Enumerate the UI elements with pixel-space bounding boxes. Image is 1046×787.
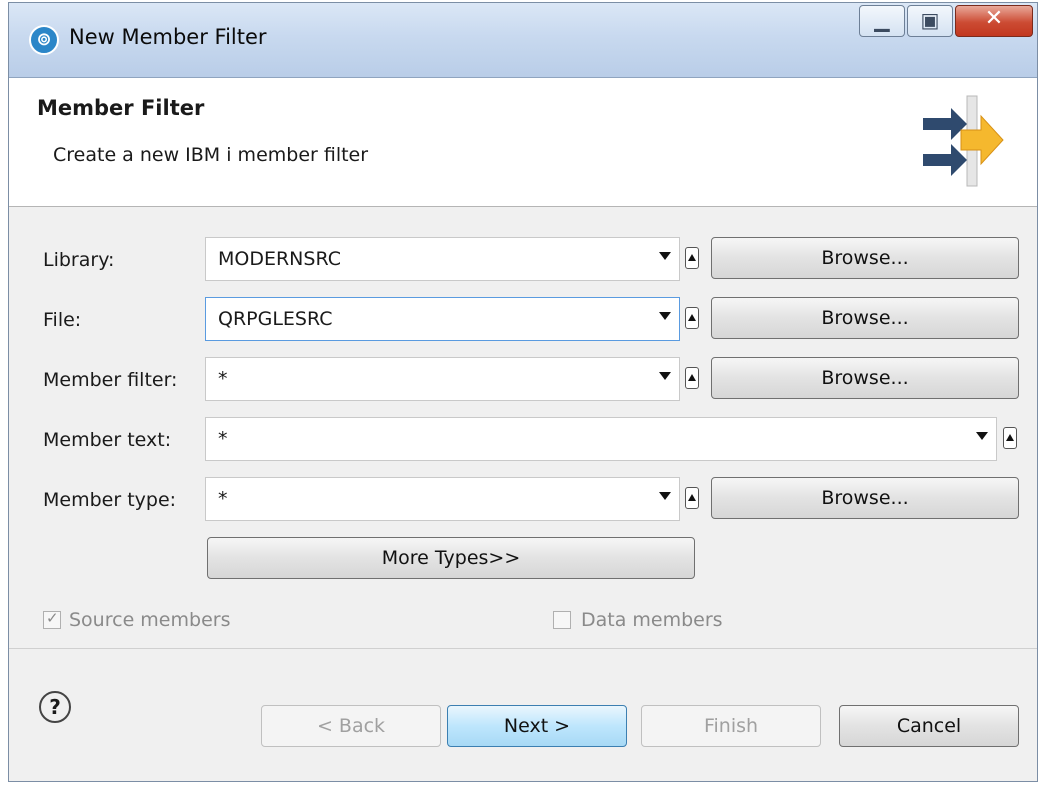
form-area: Library: MODERNSRC Browse... File: QRPGL…	[9, 207, 1037, 647]
member-type-browse-button[interactable]: Browse...	[711, 477, 1019, 519]
file-browse-button[interactable]: Browse...	[711, 297, 1019, 339]
member-filter-history-button[interactable]	[685, 367, 699, 389]
data-members-label: Data members	[581, 609, 723, 631]
minimize-icon: ▁	[874, 8, 890, 32]
help-icon[interactable]: ?	[39, 691, 71, 723]
maximize-icon: ▣	[920, 8, 940, 32]
title-bar[interactable]: ⊚ New Member Filter ▁ ▣ ✕	[9, 3, 1037, 78]
window-controls: ▁ ▣ ✕	[857, 5, 1033, 41]
member-text-label: Member text:	[43, 429, 172, 451]
data-members-checkbox[interactable]: Data members	[553, 609, 723, 631]
member-type-row: Member type: * Browse...	[9, 477, 1037, 523]
file-value: QRPGLESRC	[218, 308, 333, 330]
banner-subtitle: Create a new IBM i member filter	[53, 144, 369, 166]
source-members-checkbox[interactable]: ✓ Source members	[43, 609, 230, 631]
library-browse-button[interactable]: Browse...	[711, 237, 1019, 279]
app-icon: ⊚	[29, 25, 59, 55]
filter-wizard-icon	[923, 95, 1004, 187]
next-button[interactable]: Next >	[447, 705, 627, 747]
file-row: File: QRPGLESRC Browse...	[9, 297, 1037, 343]
chevron-down-icon[interactable]	[976, 432, 988, 440]
member-text-combo[interactable]: *	[205, 417, 997, 461]
library-history-button[interactable]	[685, 247, 699, 269]
finish-button[interactable]: Finish	[641, 705, 821, 747]
more-types-button[interactable]: More Types>>	[207, 537, 695, 579]
member-text-value: *	[218, 428, 228, 450]
chevron-down-icon[interactable]	[659, 372, 671, 380]
source-members-box[interactable]: ✓	[43, 609, 61, 629]
chevron-down-icon[interactable]	[659, 252, 671, 260]
member-filter-label: Member filter:	[43, 369, 178, 391]
library-label: Library:	[43, 249, 115, 271]
banner-title: Member Filter	[37, 96, 205, 120]
back-button[interactable]: < Back	[261, 705, 441, 747]
chevron-down-icon[interactable]	[659, 492, 671, 500]
source-members-label: Source members	[69, 609, 231, 631]
member-filter-row: Member filter: * Browse...	[9, 357, 1037, 403]
close-icon: ✕	[984, 6, 1004, 31]
library-row: Library: MODERNSRC Browse...	[9, 237, 1037, 283]
member-type-label: Member type:	[43, 489, 177, 511]
library-combo[interactable]: MODERNSRC	[205, 237, 680, 281]
file-label: File:	[43, 309, 82, 331]
dialog-window: ⊚ New Member Filter ▁ ▣ ✕ Member Filter …	[8, 2, 1038, 782]
file-combo[interactable]: QRPGLESRC	[205, 297, 680, 341]
member-type-value: *	[218, 488, 228, 510]
file-history-button[interactable]	[685, 307, 699, 329]
footer: ? < Back Next > Finish Cancel	[9, 649, 1037, 781]
library-value: MODERNSRC	[218, 248, 341, 270]
member-filter-combo[interactable]: *	[205, 357, 680, 401]
data-members-box[interactable]	[553, 611, 571, 629]
window-title: New Member Filter	[69, 25, 267, 49]
wizard-banner: Member Filter Create a new IBM i member …	[9, 78, 1037, 207]
member-text-history-button[interactable]	[1003, 427, 1017, 449]
minimize-button[interactable]: ▁	[859, 5, 905, 37]
member-filter-value: *	[218, 368, 228, 390]
chevron-down-icon[interactable]	[659, 312, 671, 320]
member-type-combo[interactable]: *	[205, 477, 680, 521]
checkmark-icon: ✓	[46, 609, 59, 627]
maximize-button[interactable]: ▣	[907, 5, 953, 37]
cancel-button[interactable]: Cancel	[839, 705, 1019, 747]
member-text-row: Member text: *	[9, 417, 1037, 463]
member-type-history-button[interactable]	[685, 487, 699, 509]
member-filter-browse-button[interactable]: Browse...	[711, 357, 1019, 399]
close-button[interactable]: ✕	[955, 5, 1033, 37]
